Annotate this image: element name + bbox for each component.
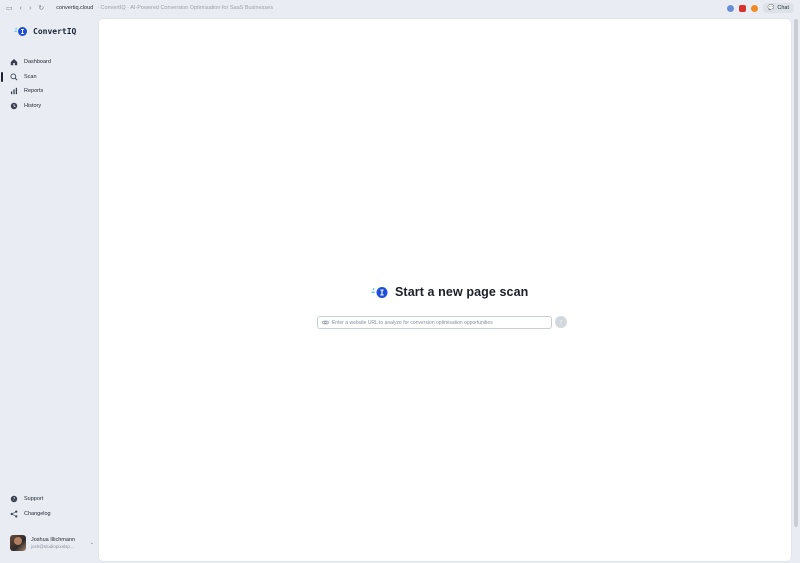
submit-scan-button[interactable]: ↑	[555, 316, 567, 328]
sidebar-item-changelog[interactable]: Changelog	[0, 507, 98, 522]
sidebar: ConvertIQ Dashboard Scan Reports History…	[0, 16, 98, 563]
sidebar-item-support[interactable]: ? Support	[0, 492, 98, 507]
address-bar[interactable]: convertiq.cloud · ConvertIQ · AI-Powered…	[56, 5, 273, 11]
avatar	[10, 535, 26, 551]
sidebar-item-scan[interactable]: Scan	[0, 70, 98, 85]
sidebar-item-label: Support	[24, 496, 44, 503]
brand-name: ConvertIQ	[33, 27, 77, 36]
browser-toolbar: ▭ ‹ › ↻ convertiq.cloud · ConvertIQ · AI…	[0, 0, 800, 16]
url-input[interactable]	[331, 319, 551, 326]
user-info: Joshua Illichmann josh@studiopixelsp...	[31, 537, 75, 549]
browser-extensions: 💬 Chat	[726, 3, 794, 13]
reload-icon[interactable]: ↻	[38, 4, 44, 12]
link-icon	[322, 320, 329, 325]
sidebar-item-label: Scan	[24, 73, 37, 80]
convertiq-logo-icon	[14, 27, 27, 36]
sidebar-item-label: Dashboard	[24, 59, 51, 66]
globe-extension-icon[interactable]	[726, 4, 734, 12]
brand-logo[interactable]: ConvertIQ	[14, 26, 76, 37]
search-icon	[10, 73, 18, 81]
arrow-up-icon: ↑	[559, 318, 563, 326]
sidebar-nav: Dashboard Scan Reports History	[0, 55, 98, 113]
sidebar-item-dashboard[interactable]: Dashboard	[0, 55, 98, 70]
orange-extension-icon[interactable]	[750, 4, 758, 12]
url-input-box[interactable]	[317, 316, 552, 329]
scrollbar[interactable]	[794, 19, 798, 527]
sidebar-item-label: Reports	[24, 88, 44, 95]
sidebar-item-reports[interactable]: Reports	[0, 84, 98, 99]
browser-nav: ▭ ‹ › ↻	[6, 4, 44, 13]
home-icon	[10, 59, 18, 66]
clock-icon	[10, 102, 18, 109]
sidebar-item-label: History	[24, 102, 42, 109]
user-email: josh@studiopixelsp...	[31, 544, 74, 549]
url-path: · ConvertIQ · AI-Powered Conversion Opti…	[97, 5, 273, 11]
share-icon	[10, 510, 18, 518]
sidebar-item-label: Changelog	[24, 510, 51, 517]
sidebar-item-history[interactable]: History	[0, 99, 98, 114]
user-name: Joshua Illichmann	[31, 537, 76, 543]
convertiq-logo-icon	[371, 286, 388, 298]
red-extension-icon[interactable]	[738, 4, 746, 12]
user-menu[interactable]: Joshua Illichmann josh@studiopixelsp... …	[10, 535, 94, 551]
help-icon: ?	[10, 496, 18, 503]
url-host: convertiq.cloud	[56, 5, 94, 11]
chat-button[interactable]: 💬 Chat	[762, 3, 794, 13]
forward-icon[interactable]: ›	[29, 5, 31, 12]
chat-label: Chat	[777, 5, 789, 11]
main-panel: Start a new page scan ↑	[99, 19, 791, 561]
back-icon[interactable]: ‹	[20, 5, 22, 12]
chat-icon: 💬	[767, 5, 775, 11]
bar-chart-icon	[10, 88, 18, 95]
chevron-up-down-icon: ⌄	[89, 540, 94, 546]
page-title: Start a new page scan	[395, 285, 529, 299]
sidebar-toggle-icon[interactable]: ▭	[6, 4, 13, 12]
scan-hero: Start a new page scan	[371, 285, 528, 299]
sidebar-footer-nav: ? Support Changelog	[0, 492, 98, 521]
